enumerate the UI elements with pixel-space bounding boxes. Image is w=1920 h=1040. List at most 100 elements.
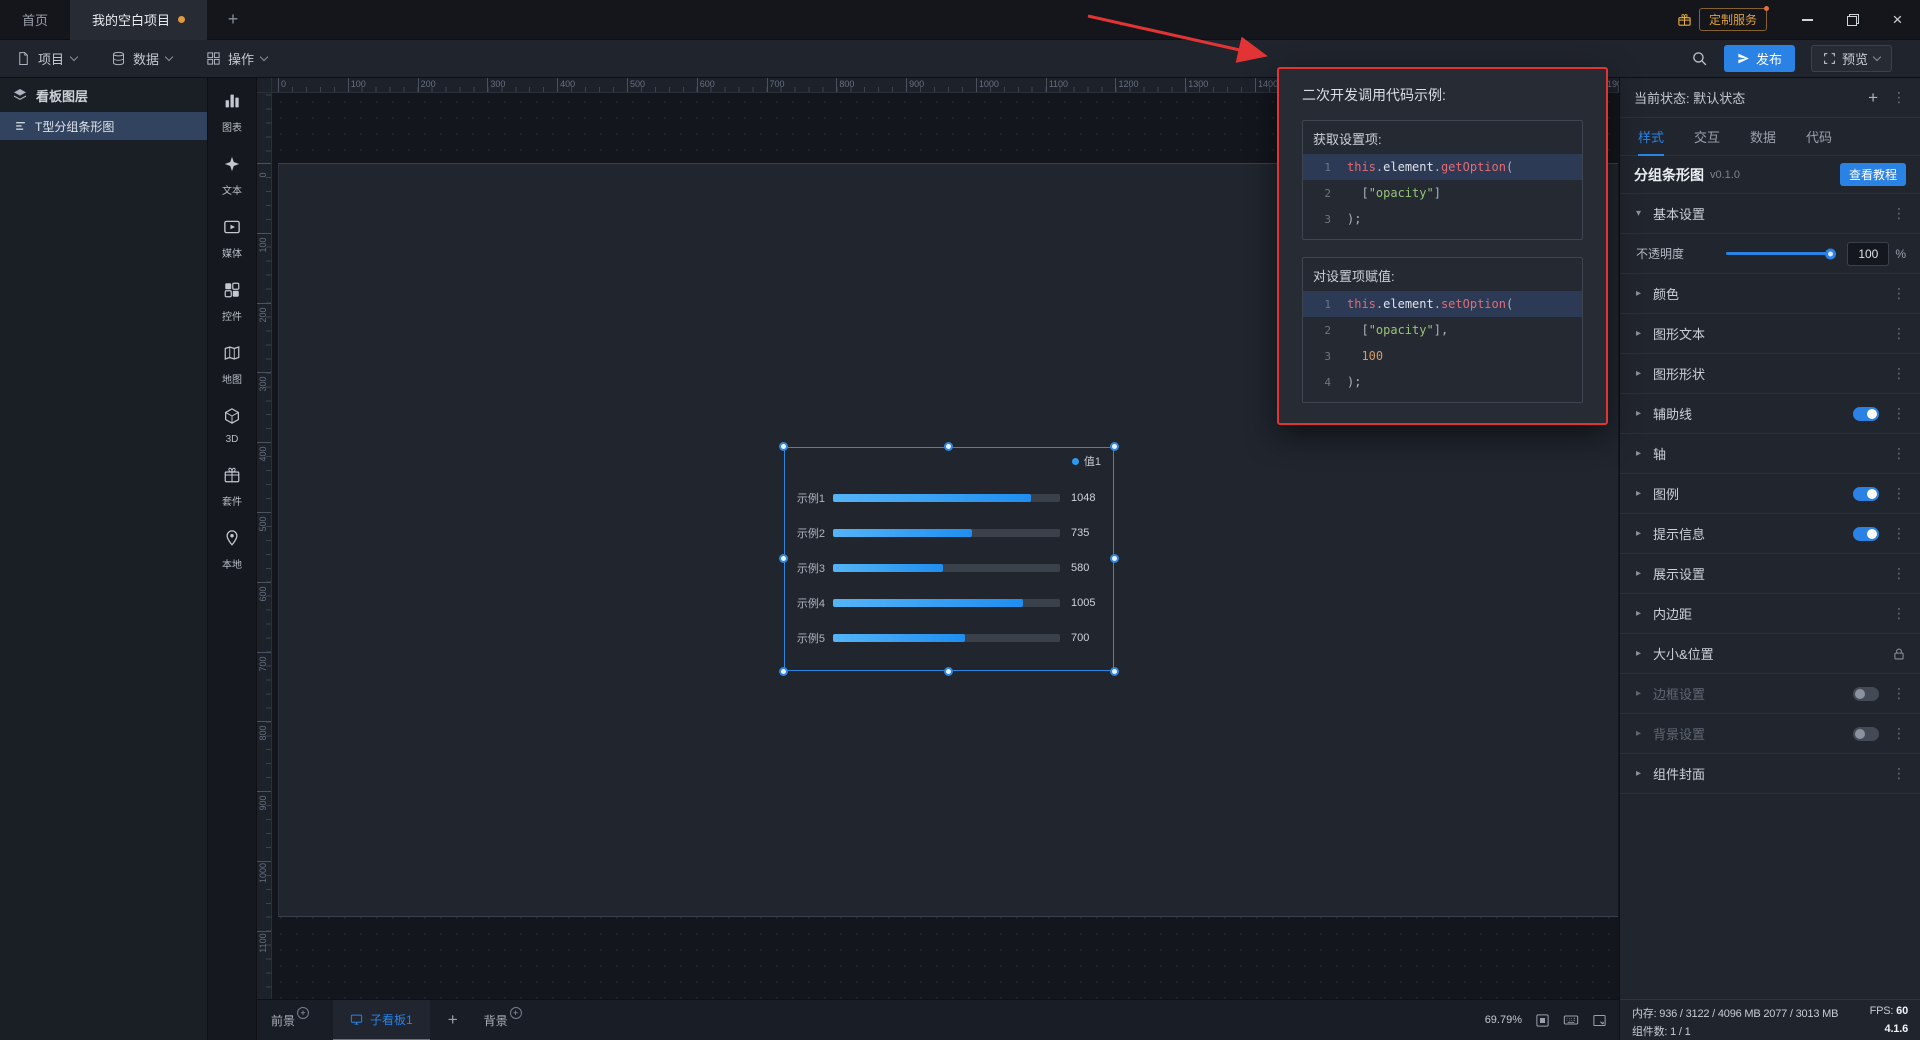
more-dots-button[interactable]: ⋮	[1892, 685, 1906, 702]
preview-button[interactable]: 预览	[1810, 45, 1892, 72]
section-row-4[interactable]: ▸ 辅助线 ⋮	[1620, 394, 1920, 434]
component-bar: 图表文本媒体控件地图 3D 套件本地	[208, 78, 257, 1040]
more-dots-button[interactable]: ⋮	[1892, 285, 1906, 302]
component-item-0[interactable]: 图表	[222, 92, 242, 134]
section-row-0[interactable]: ▾ 基本设置 ⋮	[1620, 194, 1920, 234]
component-item-1[interactable]: 文本	[222, 155, 242, 197]
ruler-label: 400	[560, 79, 576, 89]
more-dots-button[interactable]: ⋮	[1892, 605, 1906, 622]
section-row-5[interactable]: ▸ 轴 ⋮	[1620, 434, 1920, 474]
add-state-button[interactable]: +	[1868, 88, 1878, 108]
component-item-6[interactable]: 套件	[222, 466, 242, 508]
component-item-4[interactable]: 地图	[222, 344, 242, 386]
section-row-2[interactable]: ▸ 图形文本 ⋮	[1620, 314, 1920, 354]
toggle-switch[interactable]	[1853, 406, 1879, 421]
opacity-slider[interactable]	[1726, 248, 1837, 259]
section-row-13[interactable]: ▸ 组件封面 ⋮	[1620, 754, 1920, 794]
component-item-2[interactable]: 媒体	[222, 218, 242, 260]
tab-project[interactable]: 我的空白项目	[70, 0, 208, 40]
panel-tab-3[interactable]: 代码	[1806, 118, 1832, 156]
toggle-switch[interactable]	[1853, 486, 1879, 501]
section-row-6[interactable]: ▸ 图例 ⋮	[1620, 474, 1920, 514]
section-label: 颜色	[1653, 287, 1680, 302]
lock-icon[interactable]	[1892, 647, 1906, 661]
search-button[interactable]	[1691, 50, 1708, 67]
close-button[interactable]: ×	[1875, 0, 1920, 40]
document-icon	[19, 52, 28, 65]
toggle-switch[interactable]	[1853, 526, 1879, 541]
section-row-9[interactable]: ▸ 内边距 ⋮	[1620, 594, 1920, 634]
add-board-button[interactable]: +	[448, 1010, 458, 1030]
ruler-label: 900	[909, 79, 925, 89]
zoom-level[interactable]: 69.79%	[1485, 1014, 1522, 1026]
more-dots-button[interactable]: ⋮	[1892, 445, 1906, 462]
section-row-12[interactable]: ▸ 背景设置 ⋮	[1620, 714, 1920, 754]
ruler-label: 100	[258, 237, 268, 253]
more-dots-button[interactable]: ⋮	[1892, 405, 1906, 422]
section-row-3[interactable]: ▸ 图形形状 ⋮	[1620, 354, 1920, 394]
chart-widget[interactable]: 值1 示例1 1048 示例2 735 示例3 580 示例4 1005 示例5 700	[779, 442, 1119, 676]
add-foreground-button[interactable]: +	[297, 1006, 310, 1019]
section-row-10[interactable]: ▸ 大小&位置	[1620, 634, 1920, 674]
more-dots-button[interactable]: ⋮	[1892, 765, 1906, 782]
minimize-button[interactable]	[1785, 0, 1830, 40]
more-dots-button[interactable]: ⋮	[1892, 565, 1906, 582]
publish-button[interactable]: 发布	[1723, 45, 1795, 72]
ruler-tick	[1255, 78, 1257, 92]
toggle-switch[interactable]	[1853, 686, 1879, 701]
background-label[interactable]: 背景 +	[484, 1006, 522, 1029]
ruler-label: 1000	[978, 79, 999, 89]
ruler-label: 400	[258, 446, 268, 462]
selection-handle-n[interactable]	[944, 442, 953, 451]
component-label: 套件	[222, 497, 242, 508]
custom-service-badge[interactable]: 定制服务	[1698, 6, 1770, 31]
selection-handle-sw[interactable]	[779, 667, 788, 676]
layers-header: 看板图层	[0, 78, 207, 112]
section-row-8[interactable]: ▸ 展示设置 ⋮	[1620, 554, 1920, 594]
selection-handle-w[interactable]	[779, 554, 788, 563]
tab-home[interactable]: 首页	[0, 0, 70, 40]
board-tab[interactable]: 子看板1	[333, 999, 430, 1040]
menu-operation[interactable]: 操作	[206, 49, 269, 68]
component-item-7[interactable]: 本地	[222, 529, 242, 571]
section-row-11[interactable]: ▸ 边框设置 ⋮	[1620, 674, 1920, 714]
panel-tab-1[interactable]: 交互	[1694, 118, 1720, 156]
panel-menu-button[interactable]: ⋮	[1892, 89, 1906, 106]
component-item-3[interactable]: 控件	[222, 281, 242, 323]
fullscreen-button[interactable]	[1592, 1013, 1607, 1028]
tutorial-button[interactable]: 查看教程	[1839, 163, 1906, 186]
close-icon: ×	[1892, 10, 1903, 29]
tab-home-label: 首页	[22, 13, 49, 28]
panel-tab-2[interactable]: 数据	[1750, 118, 1776, 156]
maximize-button[interactable]	[1830, 0, 1875, 40]
expand-arrow-icon: ▸	[1636, 528, 1642, 539]
menu-data[interactable]: 数据	[111, 49, 174, 68]
menu-project[interactable]: 项目	[16, 49, 79, 68]
more-dots-button[interactable]: ⋮	[1892, 725, 1906, 742]
more-dots-button[interactable]: ⋮	[1892, 205, 1906, 222]
more-dots-button[interactable]: ⋮	[1892, 325, 1906, 342]
custom-service-label: 定制服务	[1708, 13, 1757, 27]
fit-view-button[interactable]	[1535, 1013, 1550, 1028]
more-dots-button[interactable]: ⋮	[1892, 525, 1906, 542]
selection-handle-s[interactable]	[944, 667, 953, 676]
panel-tab-0[interactable]: 样式	[1638, 118, 1665, 156]
toggle-switch[interactable]	[1853, 726, 1879, 741]
selection-handle-se[interactable]	[1110, 667, 1119, 676]
foreground-label[interactable]: 前景 +	[271, 1006, 310, 1029]
new-tab-button[interactable]: +	[221, 9, 245, 30]
opacity-input[interactable]: 100	[1847, 241, 1890, 266]
add-background-button[interactable]: +	[509, 1006, 522, 1019]
widget-icon	[223, 281, 241, 304]
shortcut-button[interactable]	[1563, 1012, 1579, 1028]
component-item-5[interactable]: 3D	[223, 407, 241, 445]
more-dots-button[interactable]: ⋮	[1892, 365, 1906, 382]
selection-handle-e[interactable]	[1110, 554, 1119, 563]
section-row-7[interactable]: ▸ 提示信息 ⋮	[1620, 514, 1920, 554]
selection-handle-nw[interactable]	[779, 442, 788, 451]
section-row-1[interactable]: ▸ 颜色 ⋮	[1620, 274, 1920, 314]
layer-item[interactable]: T型分组条形图	[0, 112, 207, 140]
selection-handle-ne[interactable]	[1110, 442, 1119, 451]
more-dots-button[interactable]: ⋮	[1892, 485, 1906, 502]
slider-knob[interactable]	[1825, 248, 1837, 259]
